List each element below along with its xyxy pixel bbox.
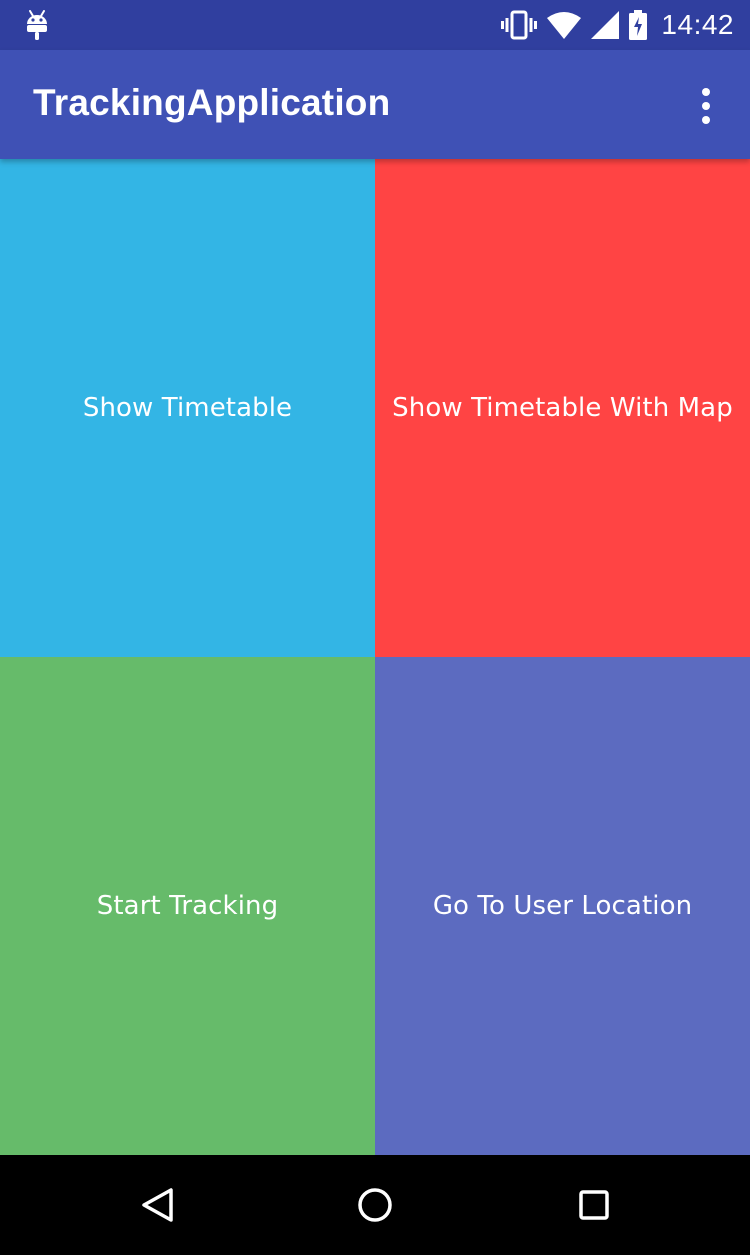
menu-dot	[702, 102, 710, 110]
start-tracking-button[interactable]: Start Tracking	[0, 657, 375, 1155]
status-bar: 14:42	[0, 0, 750, 50]
battery-charging-icon	[629, 10, 648, 40]
vibrate-icon	[501, 10, 538, 40]
show-timetable-with-map-label: Show Timetable With Map	[392, 393, 733, 423]
tile-grid: Show Timetable Show Timetable With Map S…	[0, 159, 750, 1155]
overflow-menu-icon[interactable]	[684, 84, 728, 128]
start-tracking-label: Start Tracking	[96, 891, 279, 921]
go-to-user-location-button[interactable]: Go To User Location	[375, 657, 750, 1155]
signal-icon	[591, 11, 620, 39]
app-title: TrackingApplication	[33, 82, 391, 123]
home-icon[interactable]	[353, 1183, 397, 1227]
show-timetable-label: Show Timetable	[82, 393, 293, 423]
back-icon[interactable]	[136, 1183, 180, 1227]
recents-icon[interactable]	[572, 1183, 616, 1227]
status-clock: 14:42	[661, 9, 734, 40]
status-icons: 14:42	[491, 0, 734, 50]
app-screen: 14:42 TrackingApplication Show Timetable…	[0, 0, 750, 1255]
app-bar: TrackingApplication	[0, 50, 750, 159]
navigation-bar	[0, 1155, 750, 1255]
menu-dot	[702, 88, 710, 96]
go-to-user-location-label: Go To User Location	[432, 891, 693, 921]
wifi-icon	[547, 12, 582, 39]
show-timetable-button[interactable]: Show Timetable	[0, 159, 375, 657]
show-timetable-with-map-button[interactable]: Show Timetable With Map	[375, 159, 750, 657]
menu-dot	[702, 116, 710, 124]
android-notification-icon	[27, 10, 47, 40]
